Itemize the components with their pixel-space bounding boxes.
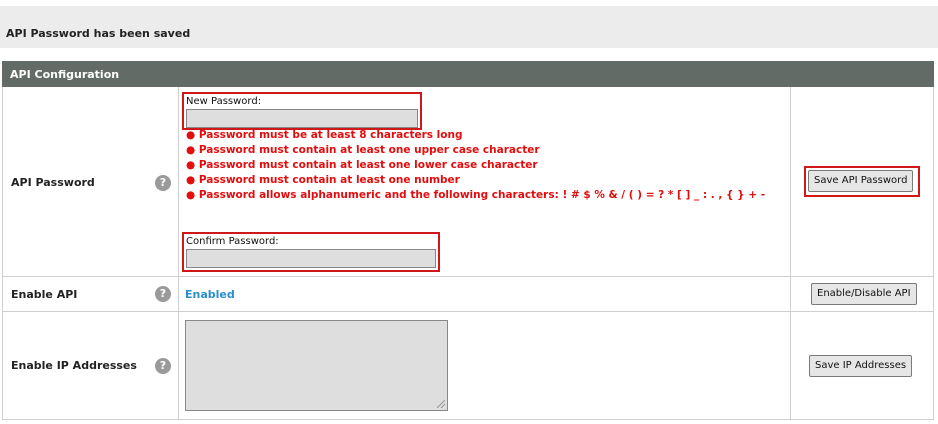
ip-addresses-textarea[interactable]	[185, 320, 448, 411]
enable-ip-action-cell: Save IP Addresses	[790, 312, 934, 419]
api-password-fields-cell: New Password: ● Password must be at leas…	[178, 87, 791, 276]
save-notice: API Password has been saved	[0, 6, 938, 48]
api-password-label: API Password	[11, 176, 95, 189]
api-configuration-panel: API Configuration API Password ? New Pas…	[2, 61, 934, 420]
enable-ip-label-cell: Enable IP Addresses ?	[3, 312, 179, 419]
password-rule: ● Password must contain at least one low…	[186, 159, 538, 171]
api-password-label-cell: API Password ?	[3, 87, 179, 276]
enable-ip-row: Enable IP Addresses ? Save IP Addresses	[2, 312, 934, 420]
enable-ip-label: Enable IP Addresses	[11, 359, 137, 372]
password-rule: ● Password must contain at least one upp…	[186, 144, 540, 156]
confirm-password-input[interactable]	[186, 249, 436, 268]
api-password-action-cell: Save API Password	[790, 87, 934, 276]
enable-disable-api-button[interactable]: Enable/Disable API	[811, 283, 917, 305]
enable-api-label-cell: Enable API ?	[3, 277, 179, 311]
enable-api-row: Enable API ? Enabled Enable/Disable API	[2, 277, 934, 312]
new-password-label: New Password:	[186, 96, 262, 107]
enable-api-help-icon[interactable]: ?	[155, 286, 171, 302]
password-rules: ● Password must be at least 8 characters…	[186, 128, 786, 203]
enable-api-action-cell: Enable/Disable API	[790, 277, 934, 311]
save-notice-message: API Password has been saved	[6, 27, 191, 40]
new-password-input[interactable]	[186, 109, 418, 128]
confirm-password-label: Confirm Password:	[186, 236, 279, 247]
save-api-password-button[interactable]: Save API Password	[808, 170, 914, 192]
panel-title: API Configuration	[10, 68, 120, 81]
panel-header: API Configuration	[2, 61, 934, 87]
save-ip-addresses-button[interactable]: Save IP Addresses	[809, 355, 913, 377]
enable-ip-help-icon[interactable]: ?	[155, 358, 171, 374]
api-password-row: API Password ? New Password: ● Password …	[2, 87, 934, 277]
enable-api-label: Enable API	[11, 288, 78, 301]
password-rule: ● Password must be at least 8 characters…	[186, 129, 463, 141]
resize-grip-icon[interactable]	[437, 400, 445, 408]
api-status: Enabled	[185, 288, 235, 301]
enable-ip-textarea-cell	[178, 312, 791, 419]
api-password-help-icon[interactable]: ?	[155, 175, 171, 191]
enable-api-status-cell: Enabled	[178, 277, 791, 311]
password-rule: ● Password must contain at least one num…	[186, 174, 460, 186]
password-rule: ● Password allows alphanumeric and the f…	[186, 189, 766, 201]
